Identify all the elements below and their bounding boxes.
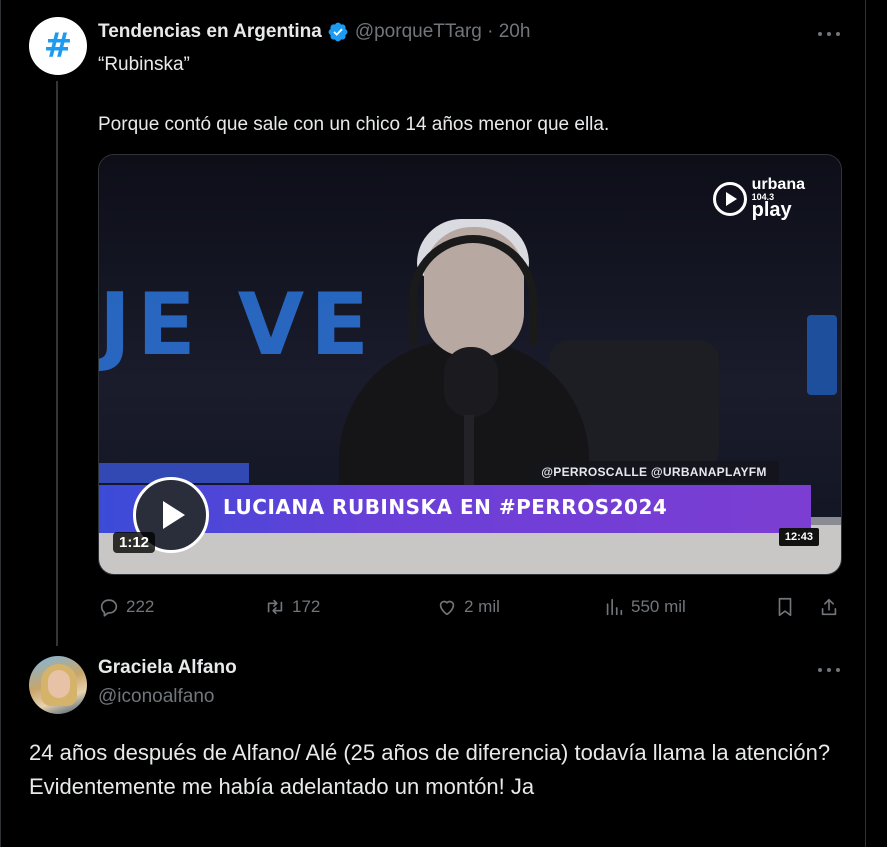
heart-icon: [439, 600, 455, 616]
bookmark-icon: [778, 597, 792, 617]
column-border-left: [0, 0, 1, 847]
tweet-text-title: “Rubinska”: [98, 54, 190, 75]
author-name[interactable]: Graciela Alfano: [98, 657, 237, 679]
tweet-line-2: Evidentemente me había adelantado un mon…: [29, 774, 535, 799]
like-button[interactable]: 2 mil: [436, 596, 500, 618]
views-button[interactable]: 550 mil: [603, 596, 686, 618]
video-player[interactable]: JE VE @PERROSCALLE @URBANAPLAYFM LUCIANA…: [98, 154, 842, 575]
like-count: 2 mil: [464, 597, 500, 616]
studio-wall-lettering-right: [807, 315, 837, 395]
author-handle[interactable]: @iconoalfano: [98, 686, 214, 708]
share-icon: [821, 598, 837, 616]
tweet-line-1: 24 años después de Alfano/ Alé (25 años …: [29, 740, 831, 765]
avatar-face: [48, 670, 70, 698]
video-duration: 1:12: [113, 532, 156, 553]
play-logo-icon: [712, 181, 747, 216]
author-name[interactable]: Tendencias en Argentina: [98, 21, 322, 43]
verified-badge-icon: [328, 22, 348, 42]
brand-suffix: play: [751, 199, 792, 221]
author-handle-time[interactable]: @porqueTTarg · 20h: [355, 21, 531, 43]
thread-connector: [56, 81, 58, 646]
tweet-actions: 222 172 2 mil 550 mil: [98, 596, 842, 618]
reply-count: 222: [126, 597, 155, 616]
repost-icon: [267, 599, 283, 615]
reply-icon: [100, 599, 118, 617]
repost-button[interactable]: 172: [264, 596, 320, 618]
analytics-icon: [606, 598, 623, 616]
repost-count: 172: [292, 597, 321, 616]
more-options-icon[interactable]: [818, 31, 840, 37]
lower-third-text: LUCIANA RUBINSKA EN #PERROS2024: [223, 495, 668, 519]
column-border-right: [865, 0, 866, 847]
avatar[interactable]: #: [29, 17, 87, 75]
avatar[interactable]: [29, 656, 87, 714]
timeline: # Tendencias en Argentina @porqueTTarg ·…: [0, 0, 887, 847]
more-options-icon[interactable]: [818, 667, 840, 673]
broadcast-clock: 12:43: [778, 528, 819, 546]
tweet-text-body: Porque contó que sale con un chico 14 añ…: [98, 114, 610, 135]
view-count: 550 mil: [631, 597, 686, 616]
brand-name: urbana: [751, 176, 805, 193]
studio-wall-lettering: JE VE: [99, 275, 375, 375]
tweet-header: Tendencias en Argentina @porqueTTarg · 2…: [98, 20, 530, 44]
tweet-body: 24 años después de Alfano/ Alé (25 años …: [29, 736, 849, 804]
social-tags: @PERROSCALLE @URBANAPLAYFM: [529, 461, 779, 483]
bookmark-button[interactable]: [774, 596, 796, 618]
share-button[interactable]: [818, 596, 840, 618]
microphone: [444, 347, 498, 417]
reply-button[interactable]: 222: [98, 596, 154, 618]
hashtag-icon: #: [43, 26, 73, 66]
broadcaster-logo: urbana 104.3 play: [712, 176, 805, 221]
